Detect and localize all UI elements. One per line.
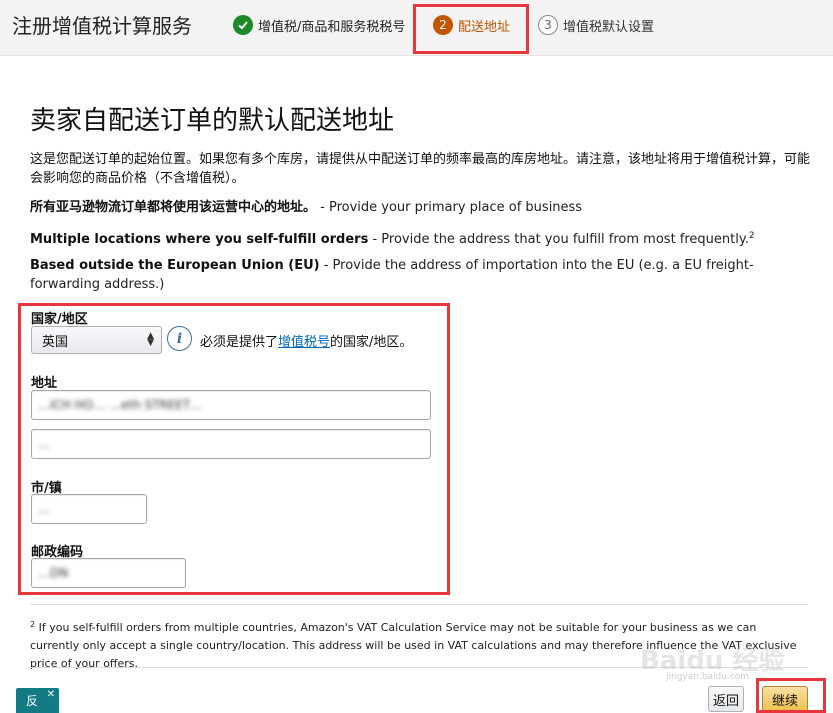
- address-line2-input[interactable]: …: [31, 429, 431, 459]
- step-vat-number[interactable]: 增值税/商品和服务税税号: [233, 12, 405, 38]
- city-value: …: [38, 502, 50, 516]
- step-vat-defaults[interactable]: 3 增值税默认设置: [538, 12, 654, 38]
- footnote-ref: 2: [748, 231, 755, 241]
- step-number-icon: 3: [538, 15, 558, 35]
- info-heading: Based outside the European Union (EU): [30, 258, 320, 273]
- highlight-box-continue: [756, 678, 826, 713]
- page-title: 卖家自配送订单的默认配送地址: [30, 106, 395, 136]
- address-line1-value: …ICH HO… …eth STREET…: [38, 398, 203, 412]
- address-line1-input[interactable]: …ICH HO… …eth STREET…: [31, 390, 431, 420]
- feedback-label: 反: [26, 694, 39, 708]
- info-icon[interactable]: i: [167, 326, 192, 351]
- info-multiple-locations: Multiple locations where you self-fulfil…: [30, 227, 800, 249]
- app-title: 注册增值税计算服务: [12, 14, 192, 38]
- close-icon[interactable]: ✕: [47, 689, 55, 700]
- postal-code-value: …DN: [38, 566, 69, 580]
- step-label: 增值税/商品和服务税税号: [258, 19, 406, 35]
- divider: [30, 604, 808, 605]
- country-label: 国家/地区: [31, 312, 88, 327]
- city-input[interactable]: …: [31, 494, 147, 524]
- address-label: 地址: [31, 376, 58, 391]
- country-note-pre: 必须是提供了: [200, 335, 279, 350]
- info-fba: 所有亚马逊物流订单都将使用该运营中心的地址。 - Provide your pr…: [30, 198, 800, 217]
- feedback-tab[interactable]: 反 ✕: [16, 688, 59, 713]
- page-description: 这是您配送订单的起始位置。如果您有多个库房，请提供从中配送订单的频率最高的库房地…: [30, 152, 811, 186]
- country-note-post: 的国家/地区。: [330, 335, 413, 350]
- info-text: - Provide the address that you fulfill f…: [368, 232, 749, 247]
- info-heading: 所有亚马逊物流订单都将使用该运营中心的地址。: [30, 200, 317, 215]
- vat-number-link[interactable]: 增值税号: [278, 335, 330, 350]
- country-select[interactable]: 英国 ▲ ▼: [31, 326, 162, 354]
- check-icon: [233, 15, 253, 35]
- info-text: - Provide your primary place of business: [316, 200, 583, 215]
- address-line2-value: …: [38, 437, 50, 451]
- info-heading: Multiple locations where you self-fulfil…: [30, 232, 369, 247]
- country-note: 必须是提供了增值税号的国家/地区。: [200, 331, 412, 350]
- highlight-box-step: [413, 4, 529, 54]
- watermark-url: jingyan.baidu.com: [666, 672, 750, 682]
- back-button[interactable]: 返回: [708, 686, 744, 712]
- step-label: 增值税默认设置: [563, 19, 655, 35]
- country-value: 英国: [42, 334, 69, 350]
- info-outside-eu: Based outside the European Union (EU) - …: [30, 256, 800, 294]
- postal-code-input[interactable]: …DN: [31, 558, 186, 588]
- select-arrows-icon: ▲ ▼: [147, 331, 154, 348]
